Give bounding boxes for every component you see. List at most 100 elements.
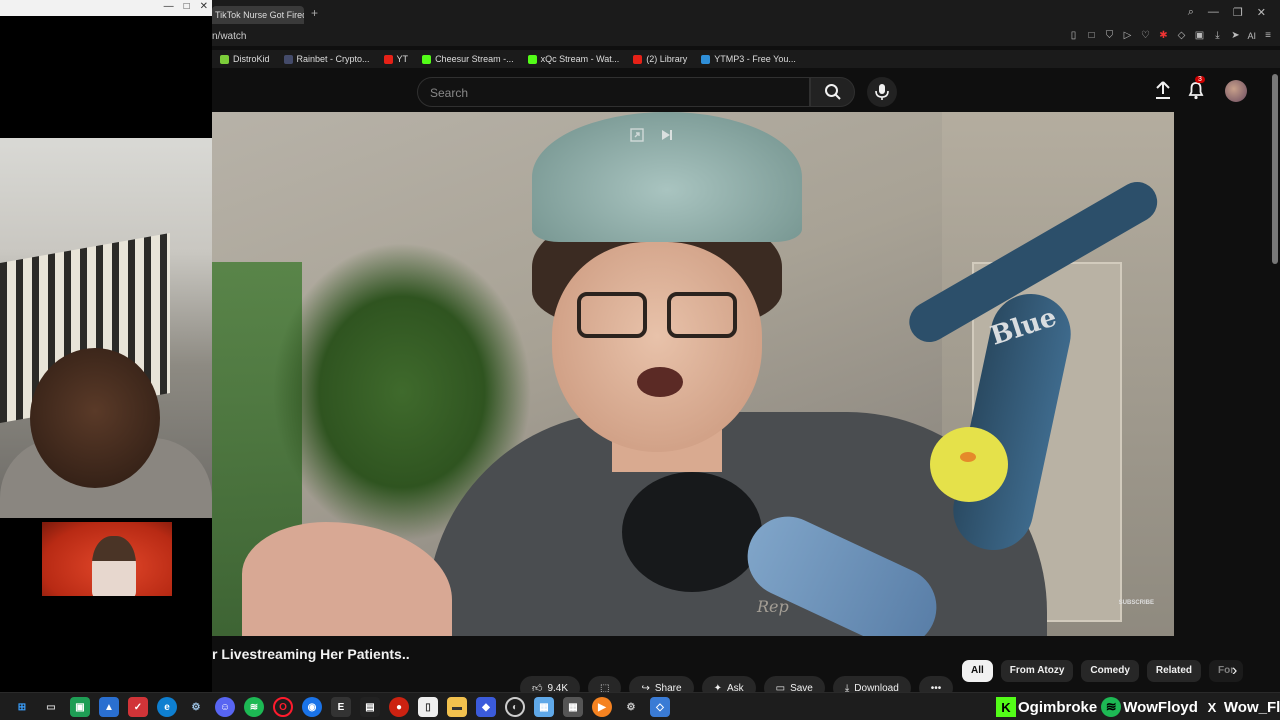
discord-icon[interactable]: ☺: [215, 697, 235, 717]
windows-start-icon[interactable]: ⊞: [12, 697, 32, 717]
stream-overlay-panel: — □ ✕: [0, 0, 212, 692]
bookmark-distrokid[interactable]: DistroKid: [220, 54, 270, 64]
search-tabs-icon[interactable]: ⌕: [1188, 6, 1194, 19]
video-person-glasses-left: [577, 292, 647, 338]
bookmark-rainbet[interactable]: Rainbet - Crypto...: [283, 54, 370, 64]
app-black-icon[interactable]: ▤: [360, 697, 380, 717]
search-input[interactable]: Search: [417, 77, 810, 107]
video-watermark: Rep: [757, 597, 789, 616]
file-explorer-icon[interactable]: ▬: [447, 697, 467, 717]
notifications-button[interactable]: 3: [1187, 76, 1205, 105]
chip-related[interactable]: Related: [1146, 660, 1201, 682]
send-icon[interactable]: ➤: [1229, 30, 1241, 42]
youtube-music-icon: [633, 54, 643, 64]
puzzle-icon[interactable]: ◇: [1175, 30, 1187, 42]
download-icon[interactable]: ⤓: [1211, 30, 1223, 42]
opera-icon[interactable]: O: [273, 697, 293, 717]
settings-icon[interactable]: ⚙: [621, 697, 641, 717]
close-icon[interactable]: ✕: [200, 1, 208, 12]
bookmark-favicon-icon: [283, 54, 293, 64]
steam-icon[interactable]: ⚙: [186, 697, 206, 717]
restore-icon[interactable]: □: [184, 1, 190, 12]
youtube-icon: [383, 54, 393, 64]
extension-red-icon[interactable]: ✱: [1157, 30, 1169, 42]
bookmark-ytmp3[interactable]: YTMP3 - Free You...: [701, 54, 796, 64]
bookmark-xqc[interactable]: xQc Stream - Wat...: [527, 54, 619, 64]
menu-icon[interactable]: ≡: [1262, 30, 1274, 42]
calculator-icon[interactable]: ▦: [563, 697, 583, 717]
shield-icon[interactable]: ⛉: [1103, 30, 1115, 42]
miniplayer-icon[interactable]: [630, 128, 644, 142]
guest-webcam: [42, 522, 172, 596]
bookmark-yt[interactable]: YT: [383, 54, 408, 64]
chip-from-atozy[interactable]: From Atozy: [1000, 660, 1074, 682]
bookmark-cheesur[interactable]: Cheesur Stream -...: [422, 54, 514, 64]
obs-icon[interactable]: ◐: [505, 697, 525, 717]
restore-icon[interactable]: ❐: [1233, 6, 1243, 19]
bookmark-library[interactable]: (2) Library: [633, 54, 687, 64]
window-controls: ⌕ — ❐ ✕: [1188, 6, 1266, 19]
app-diamond-icon[interactable]: ◇: [650, 697, 670, 717]
address-text[interactable]: n/watch: [212, 31, 246, 42]
social-spotify: ≋ WowFloyd: [1101, 697, 1198, 717]
create-button[interactable]: [1154, 80, 1172, 105]
heart-icon[interactable]: ♡: [1139, 30, 1151, 42]
close-icon[interactable]: ✕: [1257, 6, 1266, 19]
video-player[interactable]: Blue Rep SUBSCRIBE: [212, 112, 1174, 636]
minimize-icon[interactable]: —: [1208, 6, 1219, 19]
play-icon[interactable]: ▷: [1121, 30, 1133, 42]
upload-icon: [1156, 81, 1170, 99]
file-icon[interactable]: ▯: [418, 697, 438, 717]
bookmarks-bar: DistroKid Rainbet - Crypto... YT Cheesur…: [212, 50, 1280, 68]
minimize-icon[interactable]: —: [164, 1, 174, 12]
account-avatar[interactable]: [1225, 80, 1247, 102]
chip-all[interactable]: All: [962, 660, 993, 682]
app-red-check-icon[interactable]: ✓: [128, 697, 148, 717]
bookmark-favicon-icon: [701, 54, 711, 64]
webcam-person: [30, 348, 160, 488]
new-tab-button[interactable]: +: [311, 6, 318, 20]
address-bar[interactable]: n/watch ▯ □ ⛉ ▷ ♡ ✱ ◇ ▣ ⤓ ➤ AI ≡: [212, 28, 1280, 46]
search-icon: [824, 84, 841, 100]
sidebar-icon[interactable]: □: [1085, 30, 1097, 42]
social-handles: K Ogimbroke ≋ WowFloyd X Wow_Floyd1: [996, 693, 1280, 720]
ai-button[interactable]: AI: [1247, 30, 1256, 42]
bell-icon: [1188, 82, 1204, 100]
bookmark-page-icon[interactable]: ▯: [1067, 30, 1079, 42]
video-person-mouth: [637, 367, 683, 397]
next-video-icon[interactable]: [660, 128, 674, 142]
video-title: r Livestreaming Her Patients..: [212, 646, 410, 662]
app-blue-square-icon[interactable]: ◆: [476, 697, 496, 717]
social-x: X Wow_Floyd1: [1202, 697, 1280, 717]
taskbar-apps: ⊞ ▭ ▣ ▲ ✓ e ⚙ ☺ ≋ O ◉ E ▤ ● ▯ ▬ ◆ ◐ ▦ ▦ …: [12, 697, 670, 717]
chip-comedy[interactable]: Comedy: [1081, 660, 1139, 682]
profile-thumb-icon[interactable]: ▣: [1193, 30, 1205, 42]
guest-webcam-person: [92, 536, 136, 596]
chevron-right-icon[interactable]: ›: [1232, 662, 1237, 680]
photos-icon[interactable]: ▲: [99, 697, 119, 717]
page-scrollbar[interactable]: [1272, 74, 1278, 264]
voice-search-button[interactable]: [867, 77, 897, 107]
notepad-icon[interactable]: ▦: [534, 697, 554, 717]
bookmark-favicon-icon: [220, 54, 229, 64]
subscribe-watermark[interactable]: SUBSCRIBE: [1119, 600, 1154, 606]
video-mic-foam: [622, 472, 762, 592]
app-red-icon[interactable]: ●: [389, 697, 409, 717]
task-view-icon[interactable]: ▭: [41, 697, 61, 717]
kick-icon: [527, 54, 537, 64]
extension-icons: ▯ □ ⛉ ▷ ♡ ✱ ◇ ▣ ⤓ ➤ AI ≡: [1067, 30, 1274, 42]
x-icon: X: [1207, 699, 1217, 715]
spotify-icon[interactable]: ≋: [244, 697, 264, 717]
epic-games-icon[interactable]: E: [331, 697, 351, 717]
browser-tab[interactable]: TikTok Nurse Got Fired: [212, 6, 304, 24]
app-blue-icon[interactable]: ◉: [302, 697, 322, 717]
edge-icon[interactable]: e: [157, 697, 177, 717]
video-person-glasses-right: [667, 292, 737, 338]
video-rubber-duck: [930, 427, 1008, 502]
media-player-icon[interactable]: ▶: [592, 697, 612, 717]
youtube-header: Search 3: [212, 68, 1280, 112]
app-green-icon[interactable]: ▣: [70, 697, 90, 717]
chip-for-you[interactable]: For: [1209, 660, 1244, 682]
search-button[interactable]: [810, 77, 855, 107]
overlay-window-titlebar: — □ ✕: [0, 0, 212, 16]
